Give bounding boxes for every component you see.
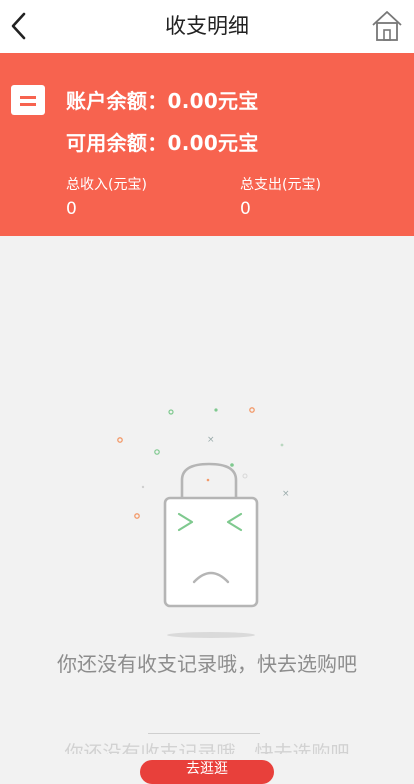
wallet-icon xyxy=(11,85,45,115)
svg-text:×: × xyxy=(282,489,290,499)
empty-state-message-reflection: 你还没有收支记录哦，快去选购吧 xyxy=(64,742,350,754)
svg-text:×: × xyxy=(207,435,215,445)
divider xyxy=(148,733,260,734)
empty-state-message: 你还没有收支记录哦，快去选购吧 xyxy=(57,652,357,676)
total-income-label: 总收入(元宝) xyxy=(66,177,147,193)
total-expense-value: 0 xyxy=(240,199,251,219)
header-bar: 收支明细 xyxy=(0,0,414,54)
available-balance: 可用余额：0.00元宝 xyxy=(66,131,259,155)
account-balance: 账户余额：0.00元宝 xyxy=(66,89,259,113)
total-expense-label: 总支出(元宝) xyxy=(240,177,321,193)
total-income-value: 0 xyxy=(66,199,77,219)
home-button[interactable] xyxy=(370,8,404,44)
sad-shopping-bag-icon: × × xyxy=(117,407,290,638)
balance-banner: 账户余额：0.00元宝 可用余额：0.00元宝 总收入(元宝) 0 总支出(元宝… xyxy=(0,53,414,236)
home-icon xyxy=(372,11,402,41)
go-shopping-button[interactable]: 去逛逛 xyxy=(140,760,274,784)
page-title: 收支明细 xyxy=(165,14,249,38)
